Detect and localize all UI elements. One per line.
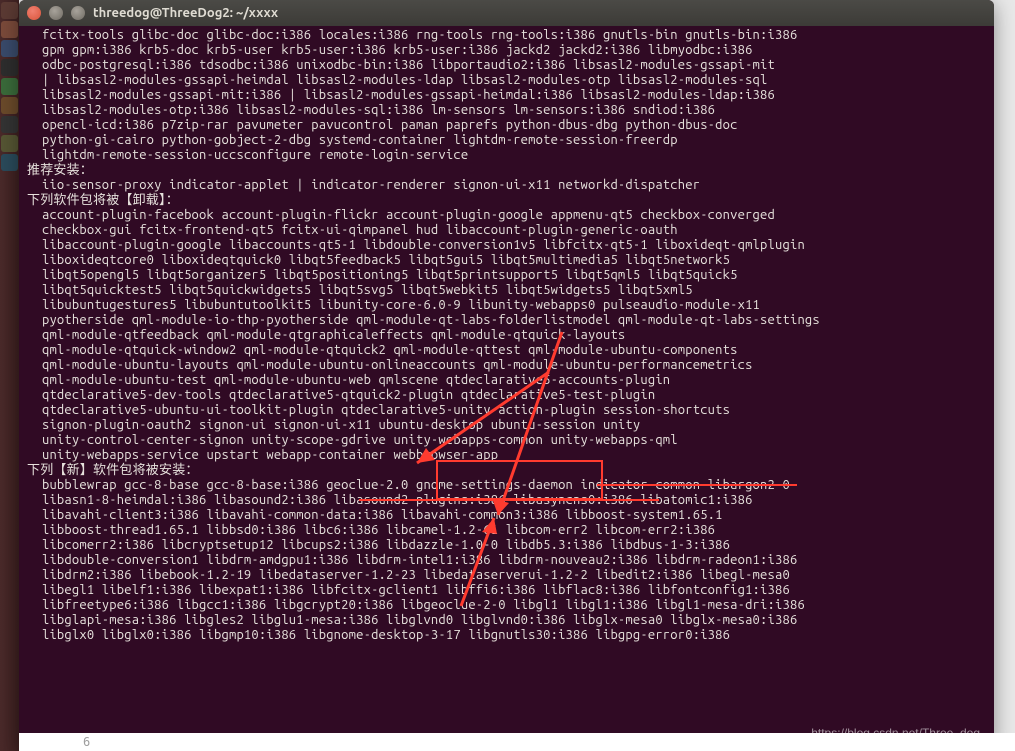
titlebar[interactable]: threedog@ThreeDog2: ~/xxxx (19, 0, 994, 26)
editor-gutter: 6 (19, 733, 1015, 751)
terminal-output[interactable]: fcitx-tools glibc-doc glibc-doc:i386 loc… (19, 26, 994, 746)
launcher-item[interactable] (1, 135, 18, 152)
launcher-item[interactable] (1, 154, 18, 171)
close-icon[interactable] (27, 6, 41, 20)
launcher-item[interactable] (1, 21, 18, 38)
launcher-item[interactable] (1, 116, 18, 133)
launcher-item[interactable] (1, 40, 18, 57)
window-title: threedog@ThreeDog2: ~/xxxx (93, 6, 278, 20)
desktop: threedog@ThreeDog2: ~/xxxx fcitx-tools g… (0, 0, 1015, 751)
launcher-item[interactable] (1, 2, 18, 19)
minimize-icon[interactable] (49, 6, 63, 20)
launcher-item[interactable] (1, 97, 18, 114)
unity-launcher[interactable] (0, 0, 19, 751)
maximize-icon[interactable] (71, 6, 85, 20)
line-number: 6 (83, 735, 90, 749)
terminal-window: threedog@ThreeDog2: ~/xxxx fcitx-tools g… (19, 0, 994, 746)
launcher-item[interactable] (1, 59, 18, 76)
launcher-item[interactable] (1, 78, 18, 95)
